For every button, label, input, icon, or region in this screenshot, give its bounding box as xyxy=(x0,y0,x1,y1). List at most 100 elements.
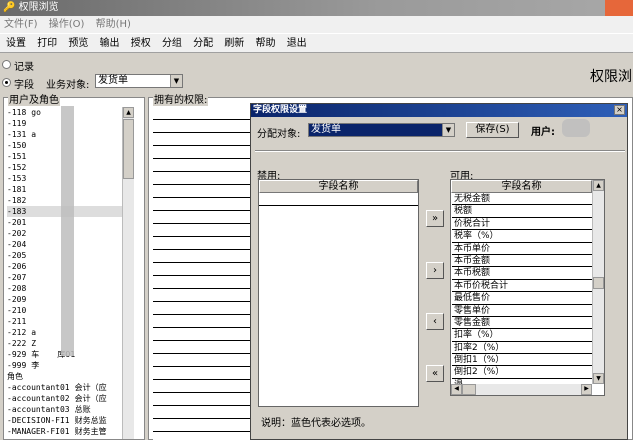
permissions-grid[interactable] xyxy=(153,107,250,440)
scroll-thumb[interactable] xyxy=(123,119,134,179)
role-name: 财务主管 xyxy=(74,427,107,436)
available-field-item[interactable]: 价税合计 xyxy=(452,218,592,231)
menu-help[interactable]: 帮助(H) xyxy=(92,16,135,33)
available-field-item[interactable]: 税额 xyxy=(452,205,592,218)
tree-role-item[interactable]: -accountant02 会计（应 xyxy=(7,393,125,404)
forbidden-fields-list[interactable]: 字段名称 xyxy=(258,179,419,407)
assign-object-label: 分配对象: xyxy=(257,129,301,140)
toolbar-help-button[interactable]: 帮助 xyxy=(252,34,280,53)
available-field-item[interactable]: 本币价税合计 xyxy=(452,280,592,293)
dialog-separator xyxy=(255,150,625,152)
user-code: -181 xyxy=(7,185,27,194)
scroll-up-icon[interactable]: ▲ xyxy=(593,180,604,191)
available-column-header[interactable]: 字段名称 xyxy=(451,180,592,193)
scroll-down-icon[interactable]: ▼ xyxy=(593,373,604,384)
assign-object-select[interactable]: 发货单 ▼ xyxy=(308,123,455,137)
user-code: -999 xyxy=(7,361,27,370)
scroll-thumb[interactable] xyxy=(593,277,604,289)
tree-scrollbar[interactable]: ▲ xyxy=(122,107,134,439)
record-label: 记录 xyxy=(14,62,34,73)
user-code: -207 xyxy=(7,273,27,282)
toolbar-group-button[interactable]: 分组 xyxy=(158,34,186,53)
available-field-item[interactable]: 扣率（%） xyxy=(452,329,592,342)
tree-roles-header[interactable]: 角色 xyxy=(7,371,125,382)
available-field-item[interactable]: 本币单价 xyxy=(452,243,592,255)
field-label: 字段 xyxy=(14,80,34,91)
users-roles-header: 用户及角色 xyxy=(8,91,60,106)
page-title: 权限浏 xyxy=(590,69,632,85)
move-all-left-button[interactable]: « xyxy=(426,365,444,382)
dialog-title-bar: 字段权限设置 × xyxy=(251,104,627,117)
business-object-value: 发货单 xyxy=(98,75,128,86)
user-code: -205 xyxy=(7,251,27,260)
toolbar-refresh-button[interactable]: 刷新 xyxy=(220,34,248,53)
users-roles-panel: 用户及角色 -118 go -119 -131 a -150 -151 -152 -153 -18… xyxy=(3,91,145,440)
user-code: -118 xyxy=(7,108,27,117)
chevron-down-icon: ▼ xyxy=(170,75,182,87)
available-field-item[interactable]: 倒扣1（%） xyxy=(452,354,592,367)
available-hscrollbar[interactable]: ◀ ▶ xyxy=(451,384,592,395)
toolbar-assign-button[interactable]: 分配 xyxy=(189,34,217,53)
scroll-left-icon[interactable]: ◀ xyxy=(451,384,462,395)
owned-permissions-header: 拥有的权限: xyxy=(153,91,209,106)
toolbar-settings-button[interactable]: 设置 xyxy=(2,34,30,53)
user-code: -183 xyxy=(7,207,27,216)
dialog-close-button[interactable]: × xyxy=(614,105,625,115)
tree-role-item[interactable]: -accountant01 会计（应 xyxy=(7,382,125,393)
available-field-item[interactable]: 无税金额 xyxy=(452,193,592,206)
role-code: -accountant03 xyxy=(7,405,70,414)
available-field-item[interactable]: 扣率2（%） xyxy=(452,342,592,355)
toolbar-print-button[interactable]: 打印 xyxy=(33,34,61,53)
user-name: 李 xyxy=(31,361,40,370)
user-code: -212 xyxy=(7,328,27,337)
record-radio[interactable] xyxy=(2,60,11,69)
available-vscrollbar[interactable]: ▲ ▼ xyxy=(592,180,604,384)
user-code: -208 xyxy=(7,284,27,293)
toolbar-exit-button[interactable]: 退出 xyxy=(283,34,311,53)
user-name: a xyxy=(31,130,37,139)
role-code: -accountant02 xyxy=(7,394,70,403)
toolbar-export-button[interactable]: 输出 xyxy=(96,34,124,53)
available-field-item[interactable]: 本币金额 xyxy=(452,255,592,268)
menu-file[interactable]: 文件(F) xyxy=(0,16,42,33)
window-title-bar: 🔑 权限浏览 xyxy=(0,0,633,16)
tree-role-item[interactable]: -DECISION-FI1 财务总监 xyxy=(7,415,125,426)
role-name: 财务总监 xyxy=(74,416,107,425)
user-code: -210 xyxy=(7,306,27,315)
available-fields-list[interactable]: 字段名称 无税金额 税额 价税合计 税率（%） 本币单价 本币金额 本币税额 本币价税合计 最低… xyxy=(450,179,605,396)
chevron-down-icon: ▼ xyxy=(442,124,454,136)
user-code: -206 xyxy=(7,262,27,271)
save-button[interactable]: 保存(S) xyxy=(466,122,519,138)
scroll-right-icon[interactable]: ▶ xyxy=(581,384,592,395)
toolbar-preview-button[interactable]: 预览 xyxy=(64,34,92,53)
tree-user-item[interactable]: -999 李 xyxy=(7,360,125,371)
hscroll-thumb[interactable] xyxy=(462,384,476,395)
move-right-button[interactable]: › xyxy=(426,262,444,279)
options-area: 记录 字段 业务对象: 发货单 ▼ 权限浏 xyxy=(0,55,633,95)
business-object-select[interactable]: 发货单 ▼ xyxy=(95,74,183,88)
available-field-item[interactable]: 税率（%） xyxy=(452,230,592,243)
close-button[interactable] xyxy=(605,0,633,16)
move-all-right-button[interactable]: » xyxy=(426,210,444,227)
tree-role-item[interactable]: -MANAGER-FI01 财务主管 xyxy=(7,426,125,437)
user-name: go xyxy=(31,108,41,117)
available-field-item[interactable]: 本币税额 xyxy=(452,267,592,280)
user-code: -222 xyxy=(7,339,27,348)
available-field-item[interactable]: 零售单价 xyxy=(452,305,592,317)
move-left-button[interactable]: ‹ xyxy=(426,313,444,330)
available-field-item[interactable]: 零售金额 xyxy=(452,317,592,330)
role-name: 会计（应 xyxy=(74,394,107,403)
user-code: -153 xyxy=(7,174,27,183)
available-field-item[interactable]: 最低售价 xyxy=(452,292,592,305)
toolbar-authorize-button[interactable]: 授权 xyxy=(127,34,155,53)
menu-bar: 文件(F) 操作(O) 帮助(H) xyxy=(0,16,633,33)
available-field-item[interactable]: 倒扣2（%） xyxy=(452,366,592,379)
key-icon: 🔑 xyxy=(3,2,16,13)
available-fields-rows: 无税金额 税额 价税合计 税率（%） 本币单价 本币金额 本币税额 本币价税合计 最低售价 零售单… xyxy=(452,193,592,392)
forbidden-column-header[interactable]: 字段名称 xyxy=(259,180,418,193)
scroll-up-icon[interactable]: ▲ xyxy=(123,107,134,118)
tree-role-item[interactable]: -accountant03 总账 xyxy=(7,404,125,415)
user-code: -209 xyxy=(7,295,27,304)
menu-operation[interactable]: 操作(O) xyxy=(45,16,89,33)
field-radio[interactable] xyxy=(2,78,11,87)
